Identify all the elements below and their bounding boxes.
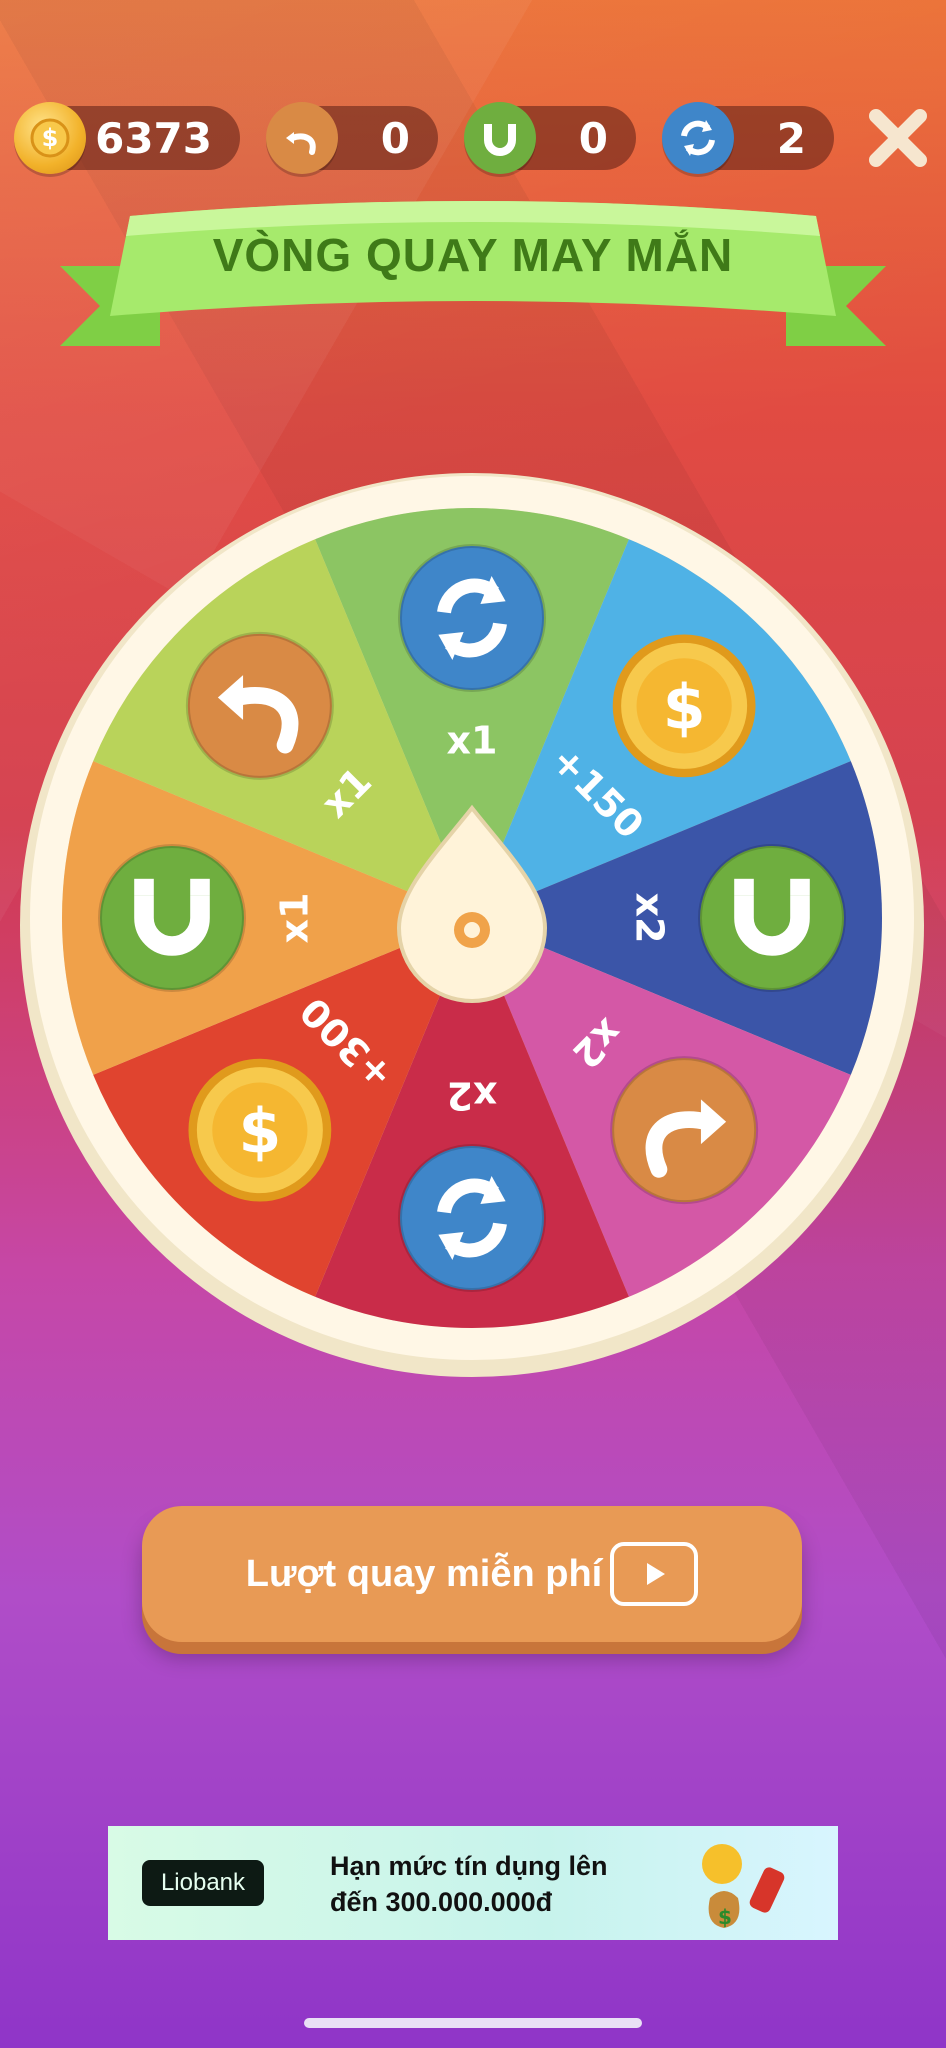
home-indicator[interactable]	[304, 2018, 642, 2028]
undo-icon	[185, 631, 334, 780]
ad-logo: Liobank	[142, 1860, 264, 1906]
video-ad-icon	[610, 1542, 699, 1606]
shuffle-icon	[398, 544, 546, 692]
magnet-icon	[98, 844, 246, 992]
free-spin-button[interactable]: Lượt quay miễn phí	[142, 1506, 802, 1642]
shuffle-icon	[398, 1144, 546, 1292]
ad-text: Hạn mức tín dụng lên đến 300.000.000đ	[330, 1848, 608, 1920]
free-spin-label: Lượt quay miễn phí	[245, 1552, 603, 1595]
svg-text:$: $	[718, 1905, 732, 1929]
magnet-icon	[698, 844, 846, 992]
ad-line-1: Hạn mức tín dụng lên	[330, 1851, 608, 1881]
svg-text:$: $	[238, 1096, 281, 1168]
wheel-segment-label: x2	[447, 1074, 498, 1118]
ad-illustration: $	[702, 1844, 785, 1929]
coin-icon: $	[612, 634, 756, 778]
ad-line-2: đến 300.000.000đ	[330, 1887, 553, 1917]
ad-banner[interactable]: Liobank Hạn mức tín dụng lên đến 300.000…	[108, 1826, 838, 1940]
svg-text:$: $	[663, 671, 706, 743]
lucky-wheel[interactable]: x1 $+150x2x2x2$+300x1x1	[0, 0, 946, 1420]
redo-icon	[610, 1056, 759, 1205]
coin-icon: $	[188, 1058, 332, 1202]
wheel-segment-label: x1	[273, 893, 317, 944]
wheel-segment-label: x2	[628, 893, 672, 944]
wheel-segment-label: x1	[447, 719, 498, 763]
